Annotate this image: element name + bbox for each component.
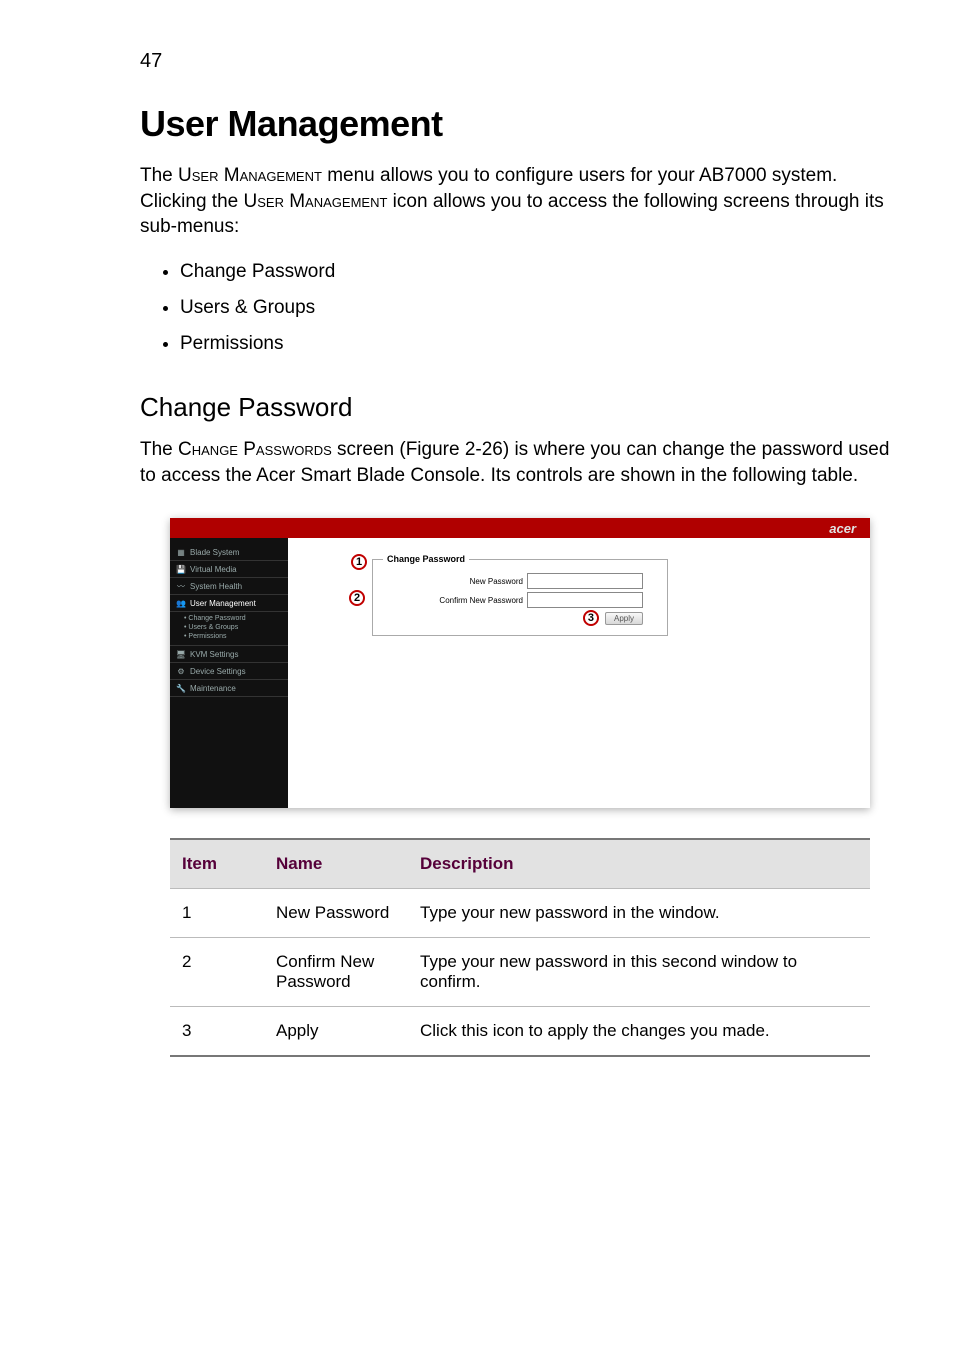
new-password-label: New Password [470, 577, 523, 586]
cell-desc: Type your new password in the window. [408, 889, 870, 938]
cell-item: 1 [170, 889, 264, 938]
table-header-row: Item Name Description [170, 839, 870, 889]
sidebar-item-blade-system[interactable]: ▦ Blade System [170, 544, 288, 561]
new-password-row: New Password [383, 573, 643, 589]
callout-1: 1 [351, 554, 367, 570]
apply-button[interactable]: Apply [605, 612, 643, 625]
confirm-password-input[interactable] [527, 592, 643, 608]
change-password-fieldset: 1 Change Password New Password 2 Confirm… [372, 554, 668, 636]
th-name: Name [264, 839, 408, 889]
sidebar-item-maintenance[interactable]: 🔧 Maintenance [170, 680, 288, 697]
table-row: 1 New Password Type your new password in… [170, 889, 870, 938]
wrench-icon: 🔧 [176, 683, 186, 693]
th-item: Item [170, 839, 264, 889]
figure-2-26: acer ▦ Blade System 💾 Virtual Media 〰 Sy… [170, 518, 870, 808]
cell-item: 3 [170, 1007, 264, 1057]
heading-user-management: User Management [140, 103, 894, 145]
health-icon: 〰 [176, 581, 186, 591]
intro-smallcaps-1: User Management [178, 165, 322, 186]
intro-smallcaps-2: User Management [244, 191, 388, 212]
bullet-list: Change Password Users & Groups Permissio… [140, 254, 894, 362]
users-icon: 👥 [176, 598, 186, 608]
callout-2: 2 [349, 590, 365, 606]
cell-item: 2 [170, 938, 264, 1007]
new-password-input[interactable] [527, 573, 643, 589]
sidebar-subitem-change-password[interactable]: Change Password [184, 614, 288, 623]
media-icon: 💾 [176, 564, 186, 574]
sidebar-item-virtual-media[interactable]: 💾 Virtual Media [170, 561, 288, 578]
controls-table: Item Name Description 1 New Password Typ… [170, 838, 870, 1057]
sidebar-item-label: Blade System [190, 548, 239, 557]
fieldset-legend: Change Password [383, 554, 469, 564]
cp-pre: The [140, 439, 178, 460]
cell-desc: Type your new password in this second wi… [408, 938, 870, 1007]
confirm-password-label: Confirm New Password [439, 596, 523, 605]
kvm-icon: 🖥 [176, 649, 186, 659]
content-area: 1 Change Password New Password 2 Confirm… [288, 538, 870, 808]
sidebar-item-label: KVM Settings [190, 650, 238, 659]
table-row: 2 Confirm New Password Type your new pas… [170, 938, 870, 1007]
brand-logo: acer [829, 521, 856, 536]
sidebar-item-label: Device Settings [190, 667, 246, 676]
cell-name: Apply [264, 1007, 408, 1057]
sidebar-item-kvm-settings[interactable]: 🖥 KVM Settings [170, 646, 288, 663]
sidebar-item-label: Maintenance [190, 684, 236, 693]
sidebar-item-label: User Management [190, 599, 256, 608]
sidebar-subitem-permissions[interactable]: Permissions [184, 632, 288, 641]
sidebar-subitem-users-groups[interactable]: Users & Groups [184, 623, 288, 632]
app-header: acer [170, 518, 870, 538]
cell-desc: Click this icon to apply the changes you… [408, 1007, 870, 1057]
table-row: 3 Apply Click this icon to apply the cha… [170, 1007, 870, 1057]
sidebar-item-system-health[interactable]: 〰 System Health [170, 578, 288, 595]
page-number: 47 [140, 50, 894, 73]
cp-smallcaps: Change Passwords [178, 439, 332, 460]
callout-3: 3 [583, 610, 599, 626]
sidebar-item-label: Virtual Media [190, 565, 237, 574]
sidebar-item-user-management[interactable]: 👥 User Management [170, 595, 288, 612]
th-description: Description [408, 839, 870, 889]
apply-wrap: 3 Apply [583, 612, 643, 625]
heading-change-password: Change Password [140, 392, 894, 423]
change-password-paragraph: The Change Passwords screen (Figure 2-26… [140, 437, 894, 488]
bullet-permissions: Permissions [180, 326, 894, 362]
sidebar-item-device-settings[interactable]: ⚙ Device Settings [170, 663, 288, 680]
intro-pre: The [140, 165, 178, 186]
confirm-password-row: 2 Confirm New Password [383, 592, 643, 608]
apply-row: 3 Apply [383, 612, 643, 625]
blade-icon: ▦ [176, 547, 186, 557]
cell-name: Confirm New Password [264, 938, 408, 1007]
cell-name: New Password [264, 889, 408, 938]
sidebar: ▦ Blade System 💾 Virtual Media 〰 System … [170, 538, 288, 808]
bullet-users-groups: Users & Groups [180, 290, 894, 326]
sidebar-submenu: Change Password Users & Groups Permissio… [170, 612, 288, 646]
gear-icon: ⚙ [176, 666, 186, 676]
bullet-change-password: Change Password [180, 254, 894, 290]
sidebar-item-label: System Health [190, 582, 242, 591]
intro-paragraph: The User Management menu allows you to c… [140, 163, 894, 240]
